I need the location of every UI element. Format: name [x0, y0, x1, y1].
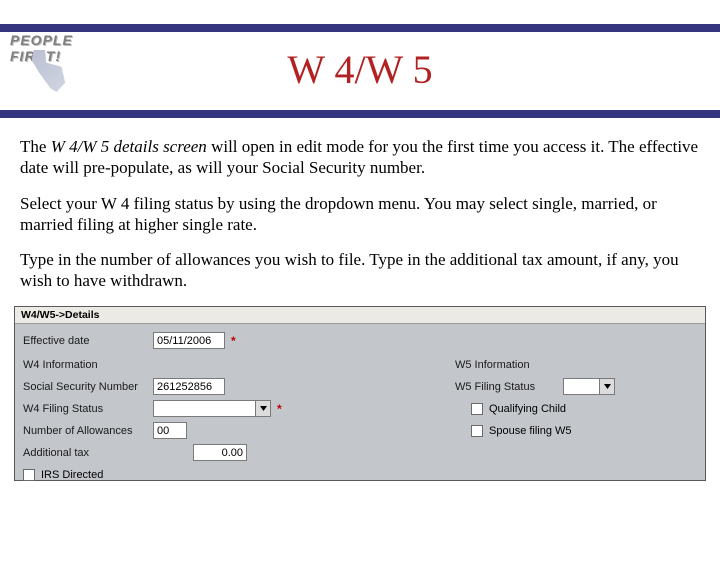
qualifying-child-checkbox[interactable]	[471, 403, 483, 415]
app-window: W4/W5->Details Effective date * W4 Infor…	[14, 306, 706, 481]
w5-filing-status-select[interactable]	[563, 378, 615, 395]
app-title-bar: W4/W5->Details	[15, 307, 705, 324]
allowances-input[interactable]	[153, 422, 187, 439]
chevron-down-icon	[599, 379, 614, 394]
spouse-filing-checkbox[interactable]	[471, 425, 483, 437]
required-mark: *	[277, 402, 282, 416]
paragraph-3: Type in the number of allowances you wis…	[20, 249, 700, 292]
p1-a: The	[20, 137, 51, 156]
row-w4-info: W4 Information	[23, 354, 323, 376]
row-spouse-filing: Spouse filing W5	[455, 420, 685, 442]
w4-filing-status-select[interactable]	[153, 400, 271, 417]
row-irs-directed: IRS Directed	[23, 464, 323, 486]
form-body: Effective date * W4 Information Social S…	[15, 324, 705, 480]
row-w5-filing-status: W5 Filing Status	[455, 376, 685, 398]
required-mark: *	[231, 334, 236, 348]
top-divider	[0, 24, 720, 32]
label-ssn: Social Security Number	[23, 381, 153, 393]
logo: PEOPLE FIRST!	[10, 32, 130, 92]
label-qualifying-child: Qualifying Child	[489, 403, 566, 415]
row-w5-info: W5 Information	[455, 354, 685, 376]
row-allowances: Number of Allowances	[23, 420, 323, 442]
label-irs-directed: IRS Directed	[41, 469, 103, 481]
logo-text-people: PEOPLE	[10, 32, 130, 48]
row-effective-date: Effective date *	[23, 330, 323, 352]
ssn-input[interactable]	[153, 378, 225, 395]
paragraph-2: Select your W 4 filing status by using t…	[20, 193, 700, 236]
paragraph-1: The W 4/W 5 details screen will open in …	[20, 136, 700, 179]
amt-wrap	[193, 444, 247, 461]
header: PEOPLE FIRST! W 4/W 5	[0, 38, 720, 98]
body-text: The W 4/W 5 details screen will open in …	[0, 136, 720, 292]
label-w5-info: W5 Information	[455, 359, 563, 371]
label-allowances: Number of Allowances	[23, 425, 153, 437]
row-additional-tax: Additional tax	[23, 442, 323, 464]
additional-tax-input[interactable]	[193, 444, 247, 461]
row-w4-filing-status: W4 Filing Status *	[23, 398, 323, 420]
label-spouse-filing: Spouse filing W5	[489, 425, 572, 437]
irs-directed-checkbox[interactable]	[23, 469, 35, 481]
chevron-down-icon	[255, 401, 270, 416]
label-additional-tax: Additional tax	[23, 447, 153, 459]
logo-text-first: FIRST!	[10, 48, 130, 64]
mid-divider	[0, 110, 720, 118]
label-w5-filing-status: W5 Filing Status	[455, 381, 563, 393]
label-w4-info: W4 Information	[23, 359, 153, 371]
label-w4-filing-status: W4 Filing Status	[23, 403, 153, 415]
p1-italic: W 4/W 5 details screen	[51, 137, 207, 156]
label-effective-date: Effective date	[23, 335, 153, 347]
effective-date-input[interactable]	[153, 332, 225, 349]
row-ssn: Social Security Number	[23, 376, 323, 398]
row-qualifying-child: Qualifying Child	[455, 398, 685, 420]
